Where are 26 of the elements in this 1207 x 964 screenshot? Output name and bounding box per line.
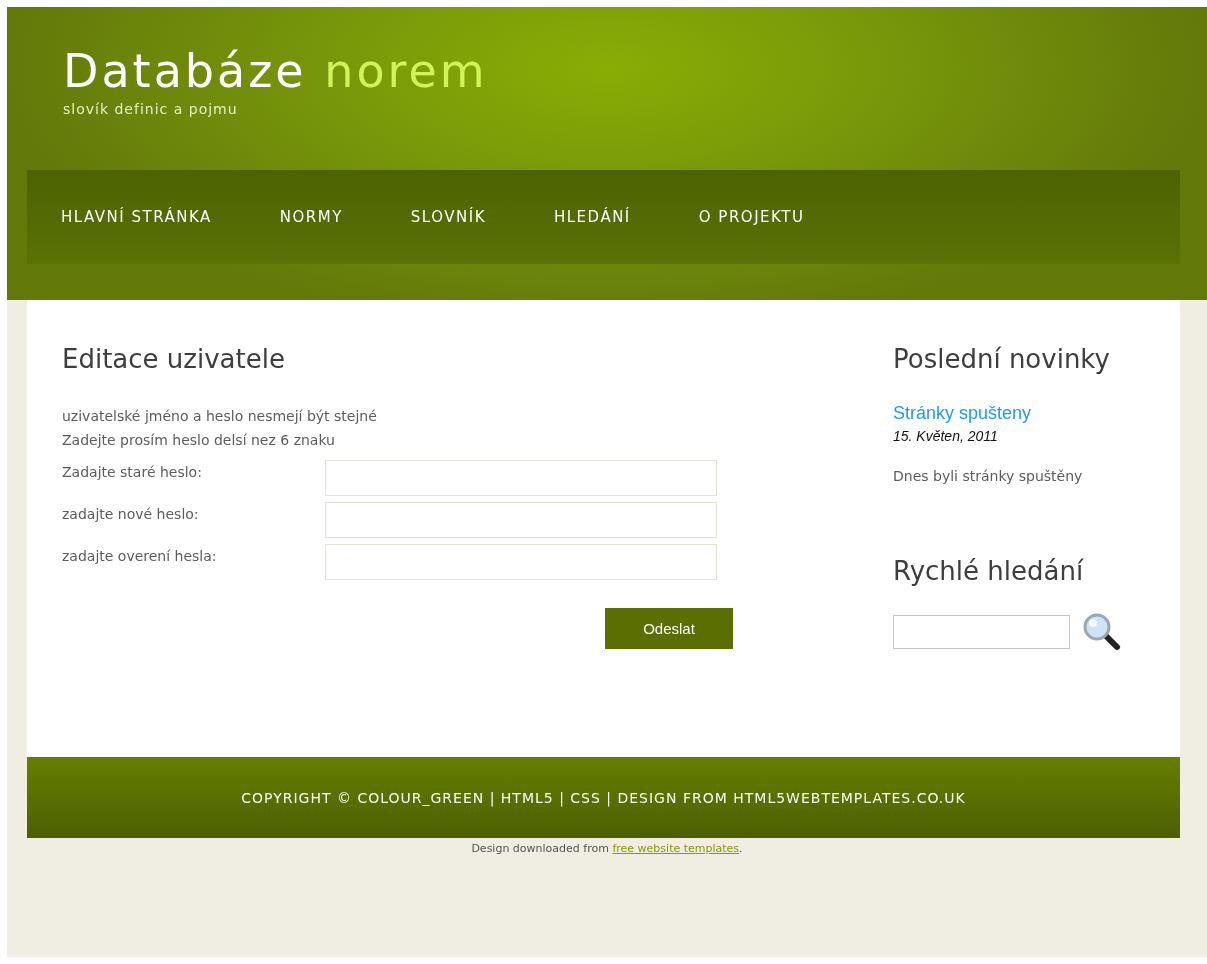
nav-link[interactable]: NORMY <box>279 208 343 226</box>
field-label: Zadajte staré heslo: <box>62 463 203 480</box>
nav-link[interactable]: O PROJEKTU <box>698 208 805 226</box>
news-title-link[interactable]: Stránky spušteny <box>893 403 1032 424</box>
field-label: zadajte nové heslo: <box>62 505 200 522</box>
news-date: 15. Květen, 2011 <box>893 428 998 444</box>
submit-button[interactable]: Odeslat <box>605 608 733 649</box>
field-label: zadajte overení hesla: <box>62 547 218 564</box>
page-heading: Editace uzivatele <box>62 344 285 374</box>
nav-link[interactable]: SLOVNÍK <box>410 208 486 226</box>
search-field[interactable] <box>893 615 1070 649</box>
nav-link[interactable]: HLEDÁNÍ <box>554 208 631 226</box>
credit-text: Design downloaded from free website templates. <box>471 842 743 855</box>
note-text: uzivatelské jméno a heslo nesmejí být stejné <box>62 407 378 426</box>
password-field[interactable] <box>325 460 717 496</box>
news-text: Dnes byli stránky spuštěny <box>893 467 1084 486</box>
search-heading: Rychlé hledání <box>893 556 1084 586</box>
search-icon[interactable] <box>1082 612 1122 652</box>
password-field[interactable] <box>325 502 717 538</box>
copyright-text: COPYRIGHT © COLOUR_GREEN | HTML5 | CSS | DESIGN FROM HTML5WEBTEMPLATES.CO.UK <box>241 789 966 806</box>
site-title: Databáze norem <box>63 43 488 99</box>
password-field[interactable] <box>325 544 717 580</box>
note-text: Zadejte prosím heslo delsí nez 6 znaku <box>62 431 336 450</box>
nav-link[interactable]: HLAVNÍ STRÁNKA <box>61 208 212 226</box>
news-heading: Poslední novinky <box>893 344 1110 374</box>
site-subtitle: slovík definic a pojmu <box>63 101 238 117</box>
